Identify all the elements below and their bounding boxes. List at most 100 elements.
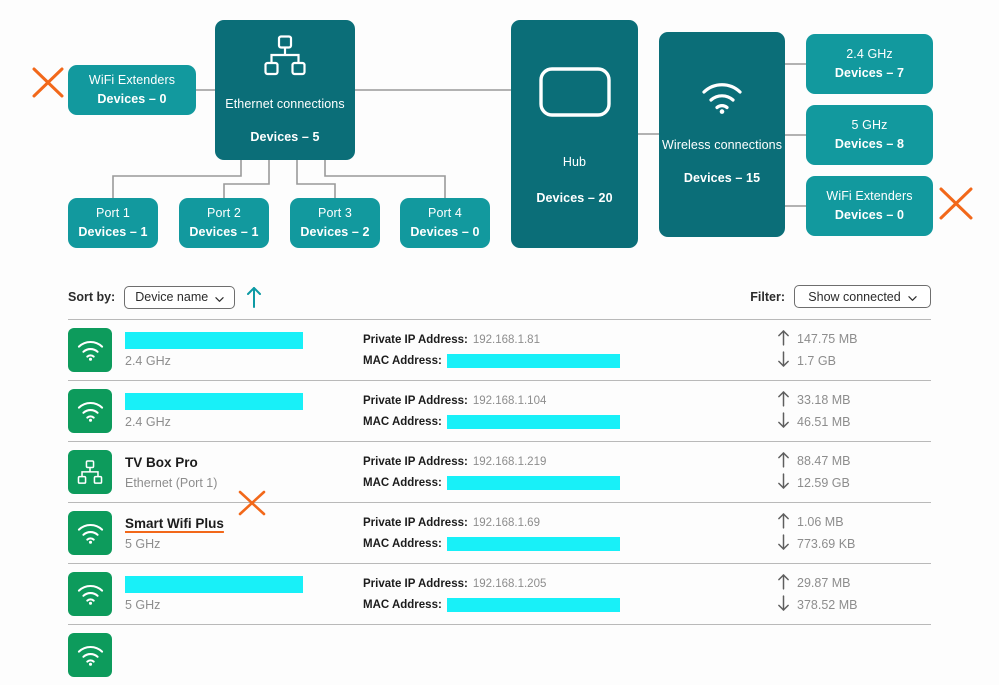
- node-title: 2.4 GHz: [846, 46, 893, 61]
- private-ip-value: 192.168.1.205: [472, 577, 547, 590]
- topology-node-5ghz[interactable]: 5 GHz Devices – 8: [806, 105, 933, 165]
- upload-line: 33.18 MB: [777, 390, 887, 410]
- node-device-count: Devices – 1: [78, 224, 148, 239]
- topology-node-port-3[interactable]: Port 3 Devices – 2: [290, 198, 380, 248]
- annotation-x-mark-left: [28, 62, 68, 102]
- device-row[interactable]: Smart Wifi Plus 5 GHz Private IP Address: 1…: [68, 502, 931, 563]
- device-connection-type: 2.4 GHz: [125, 414, 171, 429]
- device-row[interactable]: TV Box Pro Ethernet (Port 1) Private IP Ad…: [68, 441, 931, 502]
- private-ip-line: Private IP Address: 192.168.1.104: [363, 393, 653, 408]
- device-network-block: Private IP Address: 192.168.1.104 MAC Addr…: [363, 393, 653, 429]
- device-network-block: Private IP Address: 192.168.1.219 MAC Addr…: [363, 454, 653, 490]
- upload-value: 29.87 MB: [797, 576, 851, 590]
- mac-address-label: MAC Address:: [363, 354, 442, 367]
- filter-label: Filter:: [750, 289, 785, 304]
- wifi-icon: [68, 572, 112, 616]
- device-row[interactable]: 2.4 GHz Private IP Address: 192.168.1.104 M…: [68, 380, 931, 441]
- arrow-up-icon: [777, 390, 790, 410]
- node-device-count: Devices – 1: [189, 224, 259, 239]
- filter-value: Show connected: [808, 289, 901, 304]
- private-ip-line: Private IP Address: 192.168.1.205: [363, 576, 653, 591]
- upload-line: 29.87 MB: [777, 573, 887, 593]
- annotation-x-mark-right: [935, 182, 977, 224]
- mac-address-label: MAC Address:: [363, 415, 442, 428]
- mac-address-line: MAC Address:: [363, 536, 653, 551]
- download-value: 1.7 GB: [797, 354, 836, 368]
- node-title: Wireless connections: [661, 138, 783, 153]
- chevron-down-icon: [908, 292, 917, 301]
- topology-node-port-2[interactable]: Port 2 Devices – 1: [179, 198, 269, 248]
- device-name-block: TV Box Pro Ethernet (Port 1): [125, 454, 355, 491]
- mac-address-redacted: [446, 414, 620, 429]
- device-row[interactable]: [68, 624, 931, 685]
- node-device-count: Devices – 8: [834, 136, 905, 151]
- download-value: 46.51 MB: [797, 415, 851, 429]
- node-device-count: Devices – 15: [683, 171, 761, 185]
- private-ip-label: Private IP Address:: [363, 577, 468, 590]
- sort-ascending-arrow-icon[interactable]: [244, 285, 264, 309]
- topology-node-wireless-connections[interactable]: Wireless connections Devices – 15: [659, 32, 785, 237]
- device-connection-type: 2.4 GHz: [125, 353, 171, 368]
- filter-select[interactable]: Show connected: [794, 285, 931, 308]
- upload-value: 33.18 MB: [797, 393, 851, 407]
- topology-node-wifi-extenders-wireless[interactable]: WiFi Extenders Devices – 0: [806, 176, 933, 236]
- arrow-up-icon: [777, 329, 790, 349]
- device-traffic-block: 88.47 MB 12.59 GB: [777, 452, 887, 492]
- device-row[interactable]: 2.4 GHz Private IP Address: 192.168.1.81 MA…: [68, 319, 931, 380]
- node-device-count: Devices – 0: [410, 224, 480, 239]
- node-title: Ethernet connections: [225, 96, 345, 111]
- download-value: 378.52 MB: [797, 598, 858, 612]
- device-connection-type: Ethernet (Port 1): [125, 475, 218, 490]
- mac-address-redacted: [446, 597, 620, 612]
- private-ip-value: 192.168.1.104: [472, 394, 547, 407]
- device-network-block: Private IP Address: 192.168.1.81 MAC Addre…: [363, 332, 653, 368]
- private-ip-line: Private IP Address: 192.168.1.69: [363, 515, 653, 530]
- device-name-block: 2.4 GHz: [125, 331, 355, 369]
- wifi-icon: [701, 82, 743, 120]
- private-ip-line: Private IP Address: 192.168.1.81: [363, 332, 653, 347]
- topology-node-hub[interactable]: Hub Devices – 20: [511, 20, 638, 248]
- topology-node-ethernet-connections[interactable]: Ethernet connections Devices – 5: [215, 20, 355, 160]
- download-value: 12.59 GB: [797, 476, 850, 490]
- arrow-up-icon: [777, 512, 790, 532]
- download-line: 12.59 GB: [777, 473, 887, 492]
- mac-address-line: MAC Address:: [363, 414, 653, 429]
- arrow-down-icon: [777, 412, 790, 432]
- topology-node-port-1[interactable]: Port 1 Devices – 1: [68, 198, 158, 248]
- device-name-block: Smart Wifi Plus 5 GHz: [125, 515, 355, 552]
- upload-line: 1.06 MB: [777, 512, 887, 532]
- device-network-block: Private IP Address: 192.168.1.205 MAC Addr…: [363, 576, 653, 612]
- private-ip-label: Private IP Address:: [363, 333, 468, 346]
- mac-address-redacted: [446, 536, 620, 551]
- list-controls-bar: Sort by: Device name Filter: Show connec…: [0, 285, 999, 317]
- node-device-count: Devices – 5: [250, 129, 320, 144]
- wifi-icon: [68, 328, 112, 372]
- device-traffic-block: 33.18 MB 46.51 MB: [777, 390, 887, 432]
- network-tree-icon: [263, 35, 307, 83]
- router-icon: [538, 67, 611, 123]
- arrow-down-icon: [777, 351, 790, 371]
- node-device-count: Devices – 0: [834, 207, 905, 222]
- arrow-up-icon: [777, 573, 790, 593]
- device-connection-type: 5 GHz: [125, 536, 161, 551]
- topology-node-port-4[interactable]: Port 4 Devices – 0: [400, 198, 490, 248]
- mac-address-line: MAC Address:: [363, 597, 653, 612]
- network-topology-diagram: WiFi Extenders Devices – 0 Ethernet conn…: [0, 0, 999, 272]
- node-title: WiFi Extenders: [826, 188, 913, 203]
- wifi-icon: [68, 511, 112, 555]
- device-traffic-block: 29.87 MB 378.52 MB: [777, 573, 887, 615]
- upload-line: 88.47 MB: [777, 452, 887, 470]
- sort-by-value: Device name: [135, 290, 209, 304]
- node-title: 5 GHz: [851, 117, 888, 132]
- arrow-down-icon: [777, 595, 790, 615]
- sort-by-select[interactable]: Device name: [124, 285, 236, 309]
- device-list: 2.4 GHz Private IP Address: 192.168.1.81 MA…: [68, 319, 931, 685]
- device-name-redacted: [125, 392, 303, 410]
- mac-address-label: MAC Address:: [363, 537, 442, 550]
- mac-address-label: MAC Address:: [363, 598, 442, 611]
- sort-by-label: Sort by:: [68, 290, 116, 304]
- device-row[interactable]: 5 GHz Private IP Address: 192.168.1.205 MAC…: [68, 563, 931, 624]
- topology-node-wifi-extenders-ethernet[interactable]: WiFi Extenders Devices – 0: [68, 65, 196, 115]
- topology-node-24ghz[interactable]: 2.4 GHz Devices – 7: [806, 34, 933, 94]
- private-ip-label: Private IP Address:: [363, 394, 468, 407]
